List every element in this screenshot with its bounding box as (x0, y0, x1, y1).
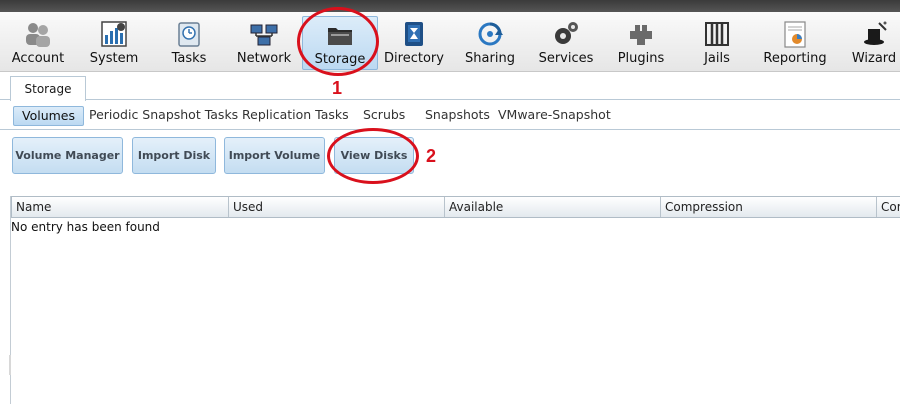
tab-bar: Storage (0, 72, 900, 101)
tab-storage[interactable]: Storage (10, 76, 86, 101)
toolbar-wizard-label: Wizard (851, 51, 897, 66)
empty-message: No entry has been found (11, 220, 160, 234)
column-header-compression[interactable]: Compression (661, 197, 877, 217)
annotation-number-1: 1 (332, 78, 343, 98)
toolbar-directory-label: Directory (384, 51, 444, 66)
toolbar-services-button[interactable]: Services (528, 16, 604, 70)
toolbar-reporting-button[interactable]: Reporting (757, 16, 833, 70)
toolbar-tasks-label: Tasks (171, 51, 207, 66)
toolbar-network-button[interactable]: Network (226, 16, 302, 70)
services-icon (555, 22, 578, 44)
volume-manager-button[interactable]: Volume Manager (12, 137, 123, 174)
grid-header: Name Used Available Compression Com (11, 196, 900, 218)
toolbar-reporting-label: Reporting (763, 51, 827, 66)
subnav-volumes[interactable]: Volumes (13, 106, 85, 126)
toolbar-tasks-button[interactable]: Tasks (151, 16, 227, 70)
account-icon (26, 23, 50, 47)
toolbar-services-label: Services (538, 51, 594, 66)
reporting-icon (784, 21, 806, 48)
annotation-circle-view-disks (327, 128, 419, 184)
annotation-circle-storage (297, 7, 379, 76)
column-header-compression-ratio[interactable]: Com (877, 197, 900, 217)
volumes-grid: Name Used Available Compression Com No e… (10, 196, 900, 404)
window-top-strip (0, 0, 900, 12)
subnav-vmware-snapshot[interactable]: VMware-Snapshot (498, 106, 611, 126)
toolbar-plugins-button[interactable]: Plugins (603, 16, 679, 70)
jails-icon (705, 22, 729, 46)
toolbar-system-button[interactable]: System (76, 16, 152, 70)
toolbar-sharing-label: Sharing (465, 51, 515, 66)
toolbar-system-label: System (89, 51, 139, 66)
toolbar-plugins-label: Plugins (617, 51, 665, 66)
storage-subnav: Volumes Periodic Snapshot Tasks Replicat… (0, 100, 900, 130)
scroll-indicator (9, 355, 11, 375)
network-icon (250, 24, 278, 46)
toolbar-wizard-button[interactable]: Wizard (836, 16, 900, 70)
directory-icon (405, 22, 423, 46)
volume-actions: Volume Manager Import Disk Import Volume… (0, 131, 900, 191)
plugins-icon (630, 25, 652, 45)
toolbar-sharing-button[interactable]: Sharing (452, 16, 528, 70)
toolbar-network-label: Network (236, 51, 292, 66)
toolbar-directory-button[interactable]: Directory (376, 16, 452, 70)
subnav-periodic-snapshot-tasks[interactable]: Periodic Snapshot Tasks (89, 106, 238, 126)
system-icon (101, 21, 127, 47)
tasks-icon (178, 22, 200, 47)
column-header-used[interactable]: Used (229, 197, 445, 217)
toolbar-account-button[interactable]: Account (0, 16, 76, 70)
subnav-snapshots[interactable]: Snapshots (425, 106, 490, 126)
import-disk-button[interactable]: Import Disk (132, 137, 216, 174)
toolbar-jails-label: Jails (704, 51, 730, 66)
column-header-available[interactable]: Available (445, 197, 661, 217)
annotation-number-2: 2 (426, 146, 437, 166)
toolbar-account-label: Account (11, 51, 65, 66)
subnav-replication-tasks[interactable]: Replication Tasks (242, 106, 349, 126)
toolbar-jails-button[interactable]: Jails (679, 16, 755, 70)
column-header-name[interactable]: Name (12, 197, 229, 217)
import-volume-button[interactable]: Import Volume (224, 137, 325, 174)
main-toolbar: Account System Tasks Network Storage Dir… (0, 12, 900, 72)
sharing-icon (478, 22, 503, 46)
wizard-icon (864, 21, 887, 45)
subnav-scrubs[interactable]: Scrubs (363, 106, 405, 126)
